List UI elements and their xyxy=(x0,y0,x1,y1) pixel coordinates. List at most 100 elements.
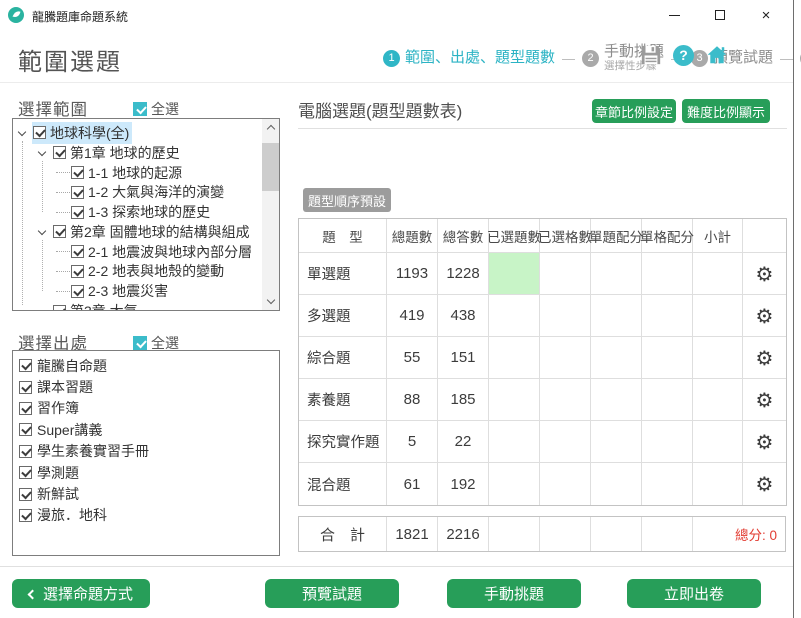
total-score: 總分: 0 xyxy=(693,517,785,551)
source-item-checkbox[interactable] xyxy=(19,488,32,501)
scope-panel-title: 選擇範圍 xyxy=(18,96,88,120)
scroll-down-icon[interactable] xyxy=(262,293,279,310)
save-icon[interactable] xyxy=(640,44,662,66)
tree-item-checkbox[interactable] xyxy=(71,186,84,199)
source-item-checkbox[interactable] xyxy=(19,381,32,394)
table-header-cell: 已選題數 xyxy=(489,219,540,253)
tree-item[interactable]: 1-2 大氣與海洋的演變 xyxy=(13,182,262,202)
preview-questions-button[interactable]: 預覽試題 xyxy=(265,579,399,608)
source-item[interactable]: 課本習題 xyxy=(13,376,279,397)
gear-icon[interactable]: ⚙ xyxy=(756,306,774,326)
expand-chevron-icon[interactable] xyxy=(36,147,48,159)
source-item-checkbox[interactable] xyxy=(19,423,32,436)
tree-item[interactable]: 1-1 地球的起源 xyxy=(13,163,262,183)
help-icon[interactable]: ? xyxy=(673,45,694,66)
tree-item-checkbox[interactable] xyxy=(71,265,84,278)
scroll-up-icon[interactable] xyxy=(262,119,279,136)
tree-connector xyxy=(56,172,70,173)
gear-icon[interactable]: ⚙ xyxy=(756,390,774,410)
selected-count-cell[interactable] xyxy=(489,463,540,505)
tree-item[interactable]: 第3章 大氣 xyxy=(13,301,262,310)
difficulty-ratio-button[interactable]: 難度比例顯示 xyxy=(682,99,770,123)
selected-blanks-cell xyxy=(540,253,591,295)
maximize-button[interactable] xyxy=(697,0,743,30)
expand-chevron-icon xyxy=(36,305,48,310)
chapter-ratio-button[interactable]: 章節比例設定 xyxy=(592,99,676,123)
tree-item[interactable]: 2-3 地震災害 xyxy=(13,281,262,301)
total-answers-cell: 22 xyxy=(438,421,489,463)
header-divider xyxy=(0,82,793,83)
tree-scrollbar[interactable] xyxy=(262,119,279,310)
tree-item-checkbox[interactable] xyxy=(53,225,66,238)
tree-item-checkbox[interactable] xyxy=(71,166,84,179)
gear-icon[interactable]: ⚙ xyxy=(756,474,774,494)
source-item[interactable]: 漫旅．地科 xyxy=(13,505,279,526)
gear-icon[interactable]: ⚙ xyxy=(756,432,774,452)
source-item[interactable]: 龍騰自命題 xyxy=(13,355,279,376)
scope-select-all-checkbox[interactable] xyxy=(133,102,147,116)
back-button[interactable]: 選擇命題方式 xyxy=(12,579,150,608)
score-per-blank-cell xyxy=(642,463,693,505)
tree-connector xyxy=(56,251,70,252)
type-settings-cell: ⚙ xyxy=(743,337,786,379)
source-item[interactable]: 新鮮試 xyxy=(13,483,279,504)
tree-item[interactable]: 第1章 地球的歷史 xyxy=(13,143,262,163)
type-order-badge[interactable]: 題型順序預設 xyxy=(303,188,391,212)
source-select-all-checkbox[interactable] xyxy=(133,336,147,350)
tree-item[interactable]: 1-3 探索地球的歷史 xyxy=(13,202,262,222)
titlebar: 龍騰題庫命題系統 × xyxy=(0,0,793,30)
scope-select-all[interactable]: 全選 xyxy=(133,99,179,119)
gear-icon[interactable]: ⚙ xyxy=(756,264,774,284)
tree-item[interactable]: 2-1 地震波與地球內部分層 xyxy=(13,242,262,262)
score-per-blank-cell xyxy=(642,295,693,337)
selected-count-cell[interactable] xyxy=(489,421,540,463)
total-questions-cell: 55 xyxy=(387,337,438,379)
tree-item[interactable]: 2-2 地表與地殼的變動 xyxy=(13,262,262,282)
summary-empty-cell xyxy=(642,517,693,551)
source-item-checkbox[interactable] xyxy=(19,402,32,415)
expand-chevron-icon[interactable] xyxy=(16,127,28,139)
source-item-checkbox[interactable] xyxy=(19,445,32,458)
source-item[interactable]: 學測題 xyxy=(13,462,279,483)
source-item[interactable]: 學生素養實習手冊 xyxy=(13,441,279,462)
step-separator: — xyxy=(780,51,793,66)
tree-item-checkbox[interactable] xyxy=(33,126,46,139)
source-item[interactable]: Super講義 xyxy=(13,419,279,440)
total-questions-cell: 88 xyxy=(387,379,438,421)
scrollbar-thumb[interactable] xyxy=(262,143,279,191)
tree-item[interactable]: 第2章 固體地球的結構與組成 xyxy=(13,222,262,242)
subtotal-cell xyxy=(693,421,743,463)
step-item-1[interactable]: 1範圍、出處、題型題數 xyxy=(383,50,555,67)
gear-icon[interactable]: ⚙ xyxy=(756,348,774,368)
selected-count-cell[interactable] xyxy=(489,337,540,379)
tree-item-checkbox[interactable] xyxy=(53,146,66,159)
selected-count-cell[interactable] xyxy=(489,379,540,421)
manual-pick-button[interactable]: 手動挑題 xyxy=(447,579,581,608)
generate-exam-button[interactable]: 立即出卷 xyxy=(627,579,761,608)
tree-item-checkbox[interactable] xyxy=(71,206,84,219)
window-title: 龍騰題庫命題系統 xyxy=(32,8,128,25)
source-item-checkbox[interactable] xyxy=(19,466,32,479)
total-answers-cell: 1228 xyxy=(438,253,489,295)
step-separator: — xyxy=(562,51,575,66)
tree-item-checkbox[interactable] xyxy=(71,245,84,258)
source-item-checkbox[interactable] xyxy=(19,359,32,372)
scope-select-all-label: 全選 xyxy=(151,99,179,119)
tree-item-checkbox[interactable] xyxy=(53,305,66,310)
tree-item[interactable]: 地球科學(全) xyxy=(13,123,262,143)
home-icon[interactable] xyxy=(705,44,729,66)
subtotal-cell xyxy=(693,337,743,379)
total-answers-cell: 151 xyxy=(438,337,489,379)
source-item-checkbox[interactable] xyxy=(19,509,32,522)
source-item[interactable]: 習作簿 xyxy=(13,398,279,419)
total-questions-cell: 61 xyxy=(387,463,438,505)
selected-count-cell[interactable] xyxy=(489,253,540,295)
selected-count-cell[interactable] xyxy=(489,295,540,337)
expand-chevron-icon[interactable] xyxy=(36,226,48,238)
total-answers-cell: 438 xyxy=(438,295,489,337)
score-per-question-cell xyxy=(591,295,642,337)
close-button[interactable]: × xyxy=(743,0,789,30)
score-per-blank-cell xyxy=(642,379,693,421)
tree-item-checkbox[interactable] xyxy=(71,285,84,298)
minimize-button[interactable] xyxy=(651,0,697,30)
